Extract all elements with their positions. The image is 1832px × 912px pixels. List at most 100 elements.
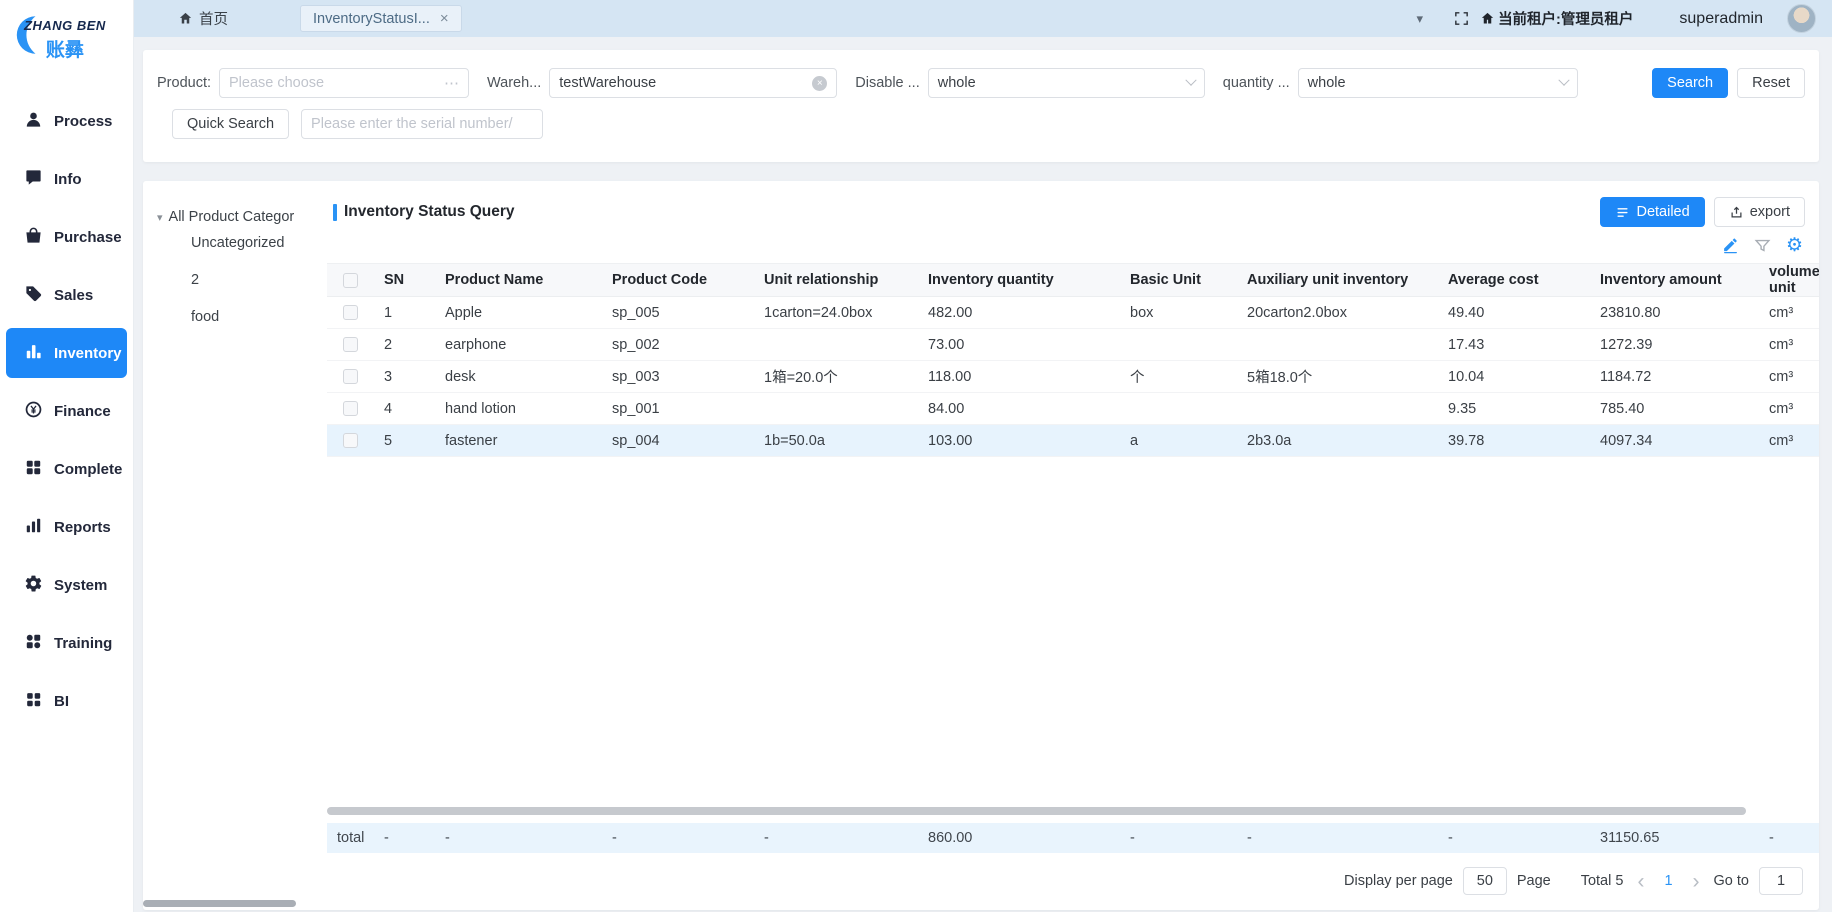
column-header[interactable]: Product Code — [602, 272, 754, 288]
chevron-down-icon[interactable]: ▾ — [1417, 11, 1424, 27]
sidebar-item-sales[interactable]: Sales — [6, 270, 127, 320]
table-cell: 1carton=24.0box — [754, 305, 918, 321]
table-cell: desk — [435, 369, 602, 385]
brand-name: ZHANG BEN — [24, 18, 106, 33]
sidebar-item-complete[interactable]: Complete — [6, 444, 127, 494]
warehouse-input[interactable] — [559, 75, 806, 91]
display-per-page-label: Display per page — [1344, 873, 1453, 889]
table-row[interactable]: 1Applesp_0051carton=24.0box482.00box20ca… — [327, 297, 1819, 329]
sidebar-item-system[interactable]: System — [6, 560, 127, 610]
column-header[interactable]: Inventory amount — [1590, 272, 1759, 288]
main-panel: ▾ All Product Categor Uncategorized 2 fo… — [143, 181, 1819, 910]
tab-inventory-status[interactable]: InventoryStatusI... × — [300, 5, 462, 32]
sidebar-item-process[interactable]: Process — [6, 96, 127, 146]
page-size-input[interactable] — [1463, 867, 1507, 895]
edit-pen-icon[interactable] — [1722, 237, 1739, 254]
search-button[interactable]: Search — [1652, 68, 1728, 98]
sidebar-menu: Process Info Purchase Sales Inventory Fi… — [0, 96, 133, 734]
column-settings-gear-icon[interactable]: ⚙ — [1786, 236, 1803, 255]
filter-funnel-icon[interactable] — [1754, 237, 1771, 254]
home-nav[interactable]: 首页 — [178, 8, 228, 29]
table-hscroll-thumb[interactable] — [327, 807, 1746, 815]
table-cell: 482.00 — [918, 305, 1120, 321]
tree-item-food[interactable]: food — [157, 299, 327, 336]
sidebar-item-label: Purchase — [54, 229, 122, 246]
table-cell: 4097.34 — [1590, 433, 1759, 449]
sidebar-item-inventory[interactable]: Inventory — [6, 328, 127, 378]
tree-item-uncategorized[interactable]: Uncategorized — [157, 225, 327, 262]
table-hscroll-track — [327, 807, 1805, 815]
table-row[interactable]: 2earphonesp_00273.0017.431272.39cm³ — [327, 329, 1819, 361]
chevron-down-icon — [1558, 75, 1569, 86]
close-icon[interactable]: × — [440, 11, 449, 26]
sidebar-item-finance[interactable]: Finance — [6, 386, 127, 436]
tag-icon — [24, 284, 43, 307]
clear-icon[interactable]: × — [812, 76, 827, 91]
table-row[interactable]: 4hand lotionsp_00184.009.35785.40cm³ — [327, 393, 1819, 425]
table-cell: 73.00 — [918, 337, 1120, 353]
current-page[interactable]: 1 — [1658, 873, 1678, 889]
tenant-info: 当前租户:管理员租户 — [1480, 8, 1633, 29]
table-row[interactable]: 3desksp_0031箱=20.0个118.00个5箱18.0个10.0411… — [327, 361, 1819, 393]
panel-title: Inventory Status Query — [333, 203, 515, 221]
title-accent-bar — [333, 204, 337, 221]
total-row: total - - - - 860.00 - - - 31150.65 - — [327, 823, 1819, 853]
table-cell: sp_005 — [602, 305, 754, 321]
table-cell: fastener — [435, 433, 602, 449]
warehouse-field[interactable]: × — [549, 68, 837, 98]
fullscreen-icon[interactable] — [1453, 10, 1470, 27]
table-cell: 49.40 — [1438, 305, 1590, 321]
quantity-select[interactable]: whole — [1298, 68, 1578, 98]
quick-search-button[interactable]: Quick Search — [172, 109, 289, 139]
column-header[interactable]: Product Name — [435, 272, 602, 288]
table-cell: 个 — [1120, 366, 1237, 387]
sidebar-item-bi[interactable]: BI — [6, 676, 127, 726]
sidebar-item-training[interactable]: Training — [6, 618, 127, 668]
product-input[interactable] — [229, 75, 444, 91]
column-header[interactable]: SN — [374, 272, 435, 288]
column-header[interactable]: Average cost — [1438, 272, 1590, 288]
column-header[interactable]: Inventory quantity — [918, 272, 1120, 288]
row-checkbox[interactable] — [343, 369, 358, 384]
sidebar-item-reports[interactable]: Reports — [6, 502, 127, 552]
username[interactable]: superadmin — [1679, 10, 1763, 28]
product-select[interactable]: ⋯ — [219, 68, 469, 98]
table-header: SN Product Name Product Code Unit relati… — [327, 263, 1819, 297]
quick-search-field[interactable] — [301, 109, 543, 139]
more-dots-icon[interactable]: ⋯ — [444, 74, 459, 92]
table-cell: sp_003 — [602, 369, 754, 385]
export-button[interactable]: export — [1714, 197, 1805, 227]
sidebar-item-info[interactable]: Info — [6, 154, 127, 204]
table-panel: Inventory Status Query Detailed export ⚙ — [327, 181, 1819, 910]
sidebar-item-label: BI — [54, 693, 69, 710]
table-cell: sp_002 — [602, 337, 754, 353]
disable-status-select[interactable]: whole — [928, 68, 1205, 98]
column-header[interactable]: Unit relationship — [754, 272, 918, 288]
quick-search-input[interactable] — [311, 116, 533, 132]
horizontal-scrollbar-thumb[interactable] — [143, 900, 296, 907]
table-row[interactable]: 5fastenersp_0041b=50.0a103.00a2b3.0a39.7… — [327, 425, 1819, 457]
sidebar-item-purchase[interactable]: Purchase — [6, 212, 127, 262]
total-count-label: Total 5 — [1581, 873, 1624, 889]
tree-root-all-categories[interactable]: ▾ All Product Categor — [157, 209, 327, 225]
detailed-button[interactable]: Detailed — [1600, 197, 1704, 227]
tree-item-2[interactable]: 2 — [157, 262, 327, 299]
column-header[interactable]: volume unit — [1759, 264, 1819, 296]
row-checkbox[interactable] — [343, 305, 358, 320]
next-page-icon[interactable]: › — [1689, 871, 1704, 892]
select-all-checkbox[interactable] — [343, 273, 358, 288]
row-checkbox[interactable] — [343, 433, 358, 448]
sidebar-item-label: System — [54, 577, 107, 594]
row-checkbox[interactable] — [343, 337, 358, 352]
column-header[interactable]: Auxiliary unit inventory — [1237, 272, 1438, 288]
home-icon — [178, 11, 193, 26]
goto-page-input[interactable] — [1759, 867, 1803, 895]
prev-page-icon[interactable]: ‹ — [1633, 871, 1648, 892]
reset-button[interactable]: Reset — [1737, 68, 1805, 98]
row-checkbox[interactable] — [343, 401, 358, 416]
column-header[interactable]: Basic Unit — [1120, 272, 1237, 288]
avatar[interactable] — [1787, 4, 1816, 33]
table-cell: cm³ — [1759, 401, 1819, 417]
table-cell: 4 — [374, 401, 435, 417]
tree-collapse-icon[interactable]: ▾ — [157, 211, 163, 224]
